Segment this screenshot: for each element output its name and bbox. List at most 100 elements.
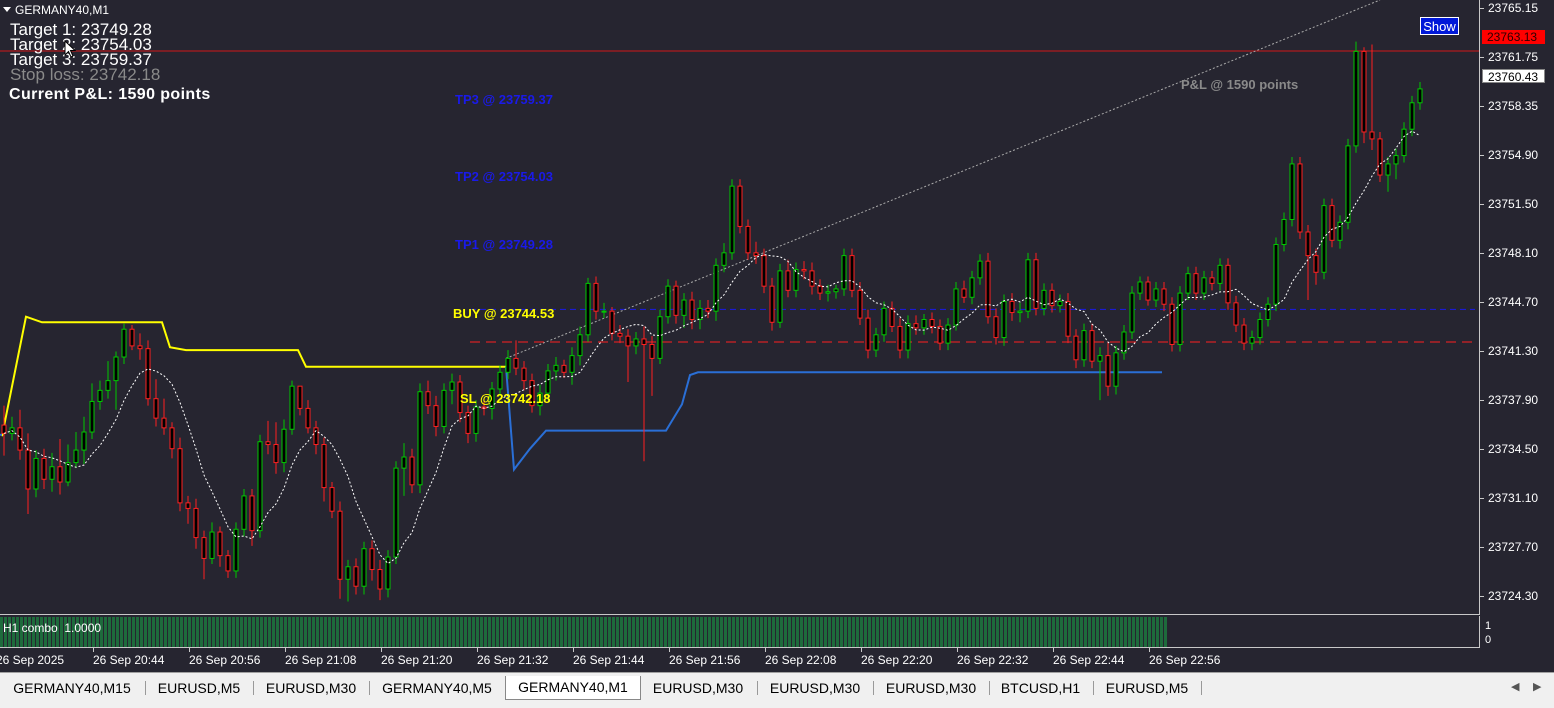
combo-bar bbox=[476, 617, 479, 647]
candle-body bbox=[1361, 50, 1367, 133]
combo-bar bbox=[776, 617, 779, 647]
combo-bar bbox=[696, 617, 699, 647]
main-plot[interactable]: GERMANY40,M1 Target 1: 23749.28 Target 2… bbox=[0, 0, 1480, 615]
combo-bar bbox=[860, 617, 863, 647]
combo-bar bbox=[144, 617, 147, 647]
candle-body bbox=[25, 449, 31, 490]
price-chart-svg[interactable] bbox=[0, 0, 1479, 614]
combo-bar bbox=[576, 617, 579, 647]
chart-tab[interactable]: EURUSD,M30 bbox=[644, 677, 752, 699]
combo-bar bbox=[844, 617, 847, 647]
combo-bar bbox=[984, 617, 987, 647]
price-tick: 23748.10 bbox=[1479, 246, 1539, 260]
dropdown-triangle-icon[interactable] bbox=[3, 7, 11, 12]
candle-body bbox=[609, 310, 615, 334]
chart-tab[interactable]: EURUSD,M30 bbox=[761, 677, 869, 699]
chart-tab[interactable]: EURUSD,M5 bbox=[1097, 677, 1197, 699]
tab-scroll-right-icon[interactable]: ▶ bbox=[1533, 680, 1541, 693]
combo-bar bbox=[292, 617, 295, 647]
time-tick: 26 Sep 21:44 bbox=[573, 648, 645, 667]
combo-bar bbox=[736, 617, 739, 647]
combo-bar bbox=[496, 617, 499, 647]
candle-body bbox=[737, 185, 743, 227]
combo-bar bbox=[656, 617, 659, 647]
tab-divider bbox=[1201, 681, 1202, 695]
combo-bar bbox=[864, 617, 867, 647]
combo-bar bbox=[528, 617, 531, 647]
candle-body bbox=[49, 466, 55, 480]
candle-body bbox=[33, 457, 39, 490]
combo-bar bbox=[852, 617, 855, 647]
chart-tab[interactable]: GERMANY40,M15 bbox=[4, 677, 140, 699]
price-tick: 23765.15 bbox=[1479, 1, 1539, 15]
candle-body bbox=[1353, 50, 1359, 147]
candle-body bbox=[689, 299, 695, 321]
price-tick: 23741.30 bbox=[1479, 344, 1539, 358]
candle-body bbox=[153, 398, 159, 419]
combo-bar bbox=[840, 617, 843, 647]
tab-divider bbox=[253, 681, 254, 695]
candle-body bbox=[1113, 352, 1119, 387]
combo-bar bbox=[252, 617, 255, 647]
combo-bar bbox=[588, 617, 591, 647]
trailing-level-line bbox=[1, 315, 506, 437]
combo-bar bbox=[188, 617, 191, 647]
candle-body bbox=[1241, 324, 1247, 344]
candle-body bbox=[929, 319, 935, 327]
combo-bar bbox=[880, 617, 883, 647]
chart-window[interactable]: GERMANY40,M1 Target 1: 23749.28 Target 2… bbox=[0, 0, 1554, 672]
combo-bar bbox=[1144, 617, 1147, 647]
chart-symbol-title[interactable]: GERMANY40,M1 bbox=[3, 3, 109, 17]
candle-body bbox=[761, 255, 767, 287]
candle-body bbox=[561, 364, 567, 373]
price-axis[interactable]: 23765.15 23761.75 23758.35 23754.90 2375… bbox=[1479, 0, 1554, 615]
candle-body bbox=[329, 487, 335, 512]
candle-body bbox=[873, 334, 879, 351]
candle-body bbox=[177, 448, 183, 504]
chart-tab[interactable]: EURUSD,M30 bbox=[257, 677, 365, 699]
candle-body bbox=[1129, 292, 1135, 333]
combo-bar bbox=[168, 617, 171, 647]
candle-body bbox=[185, 502, 191, 509]
candle-body bbox=[665, 285, 671, 318]
combo-bar bbox=[196, 617, 199, 647]
candle-body bbox=[241, 495, 247, 530]
combo-bar bbox=[600, 617, 603, 647]
chart-tab[interactable]: BTCUSD,H1 bbox=[993, 677, 1088, 699]
candle-body bbox=[273, 444, 279, 464]
combo-bar bbox=[908, 617, 911, 647]
combo-bar bbox=[332, 617, 335, 647]
combo-bar bbox=[152, 617, 155, 647]
candle-body bbox=[1, 424, 7, 434]
combo-bar bbox=[464, 617, 467, 647]
combo-bar bbox=[1024, 617, 1027, 647]
combo-bar bbox=[544, 617, 547, 647]
combo-bar bbox=[1068, 617, 1071, 647]
combo-bar bbox=[676, 617, 679, 647]
combo-bar bbox=[956, 617, 959, 647]
combo-bar bbox=[108, 617, 111, 647]
combo-bar bbox=[816, 617, 819, 647]
chart-tab-active[interactable]: GERMANY40,M1 bbox=[505, 676, 641, 700]
combo-bar bbox=[820, 617, 823, 647]
time-axis[interactable]: 26 Sep 2025 26 Sep 20:44 26 Sep 20:56 26… bbox=[0, 648, 1480, 672]
combo-bar bbox=[648, 617, 651, 647]
chart-tab[interactable]: EURUSD,M5 bbox=[149, 677, 249, 699]
combo-bar bbox=[272, 617, 275, 647]
chart-tab[interactable]: EURUSD,M30 bbox=[877, 677, 985, 699]
candle-body bbox=[1257, 319, 1263, 339]
combo-bar bbox=[568, 617, 571, 647]
price-tick: 23731.10 bbox=[1479, 491, 1539, 505]
h1-combo-subwindow[interactable]: H1 combo 1.0000 bbox=[0, 616, 1480, 648]
combo-bar bbox=[1120, 617, 1123, 647]
candle-body bbox=[889, 307, 895, 327]
show-button[interactable]: Show bbox=[1420, 17, 1459, 35]
combo-bar bbox=[324, 617, 327, 647]
chart-tab[interactable]: GERMANY40,M5 bbox=[373, 677, 501, 699]
combo-bar bbox=[452, 617, 455, 647]
pl-label: P&L @ 1590 points bbox=[1181, 77, 1299, 92]
tab-scroll-left-icon[interactable]: ◀ bbox=[1511, 680, 1519, 693]
combo-bar bbox=[288, 617, 291, 647]
candle-body bbox=[305, 407, 311, 429]
candle-body bbox=[593, 282, 599, 312]
